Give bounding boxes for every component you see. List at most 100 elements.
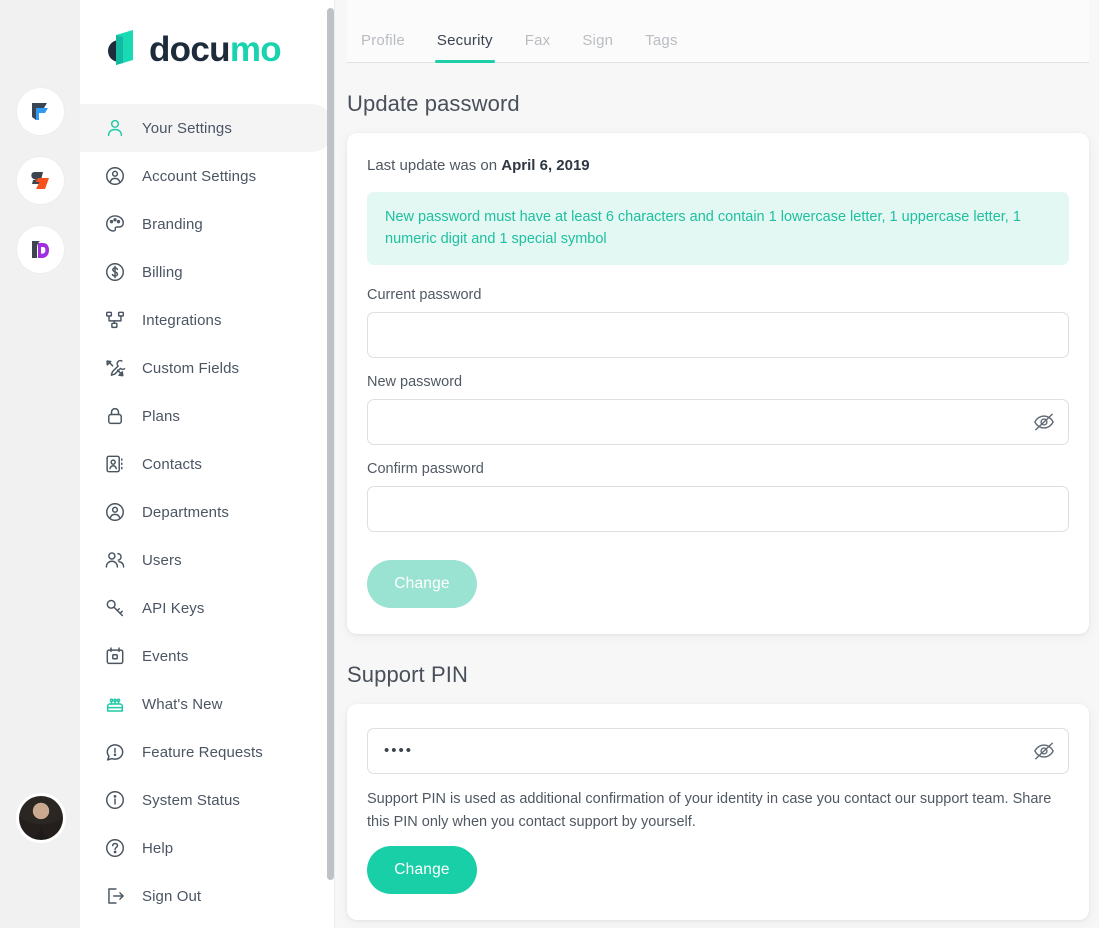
sidebar-item-users[interactable]: Users xyxy=(80,536,335,584)
app-root: documo Your Settings Account Settings Bran… xyxy=(0,0,1099,928)
user-circle-icon-wrap xyxy=(104,165,126,187)
question-circle-icon xyxy=(104,837,126,859)
change-password-button[interactable]: Change xyxy=(367,560,477,608)
content-area: Update password Last update was on April… xyxy=(335,63,1099,920)
brand-word-dark: docu xyxy=(149,30,230,69)
field-current-password: Current password xyxy=(367,287,1069,358)
cake-icon xyxy=(104,693,126,715)
field-new-password: New password xyxy=(367,374,1069,445)
contact-card-icon xyxy=(104,453,126,475)
sidebar-item-label: Your Settings xyxy=(142,120,232,137)
sidebar-nav: Your Settings Account Settings Branding Bil… xyxy=(80,104,335,920)
sidebar-item-label: Branding xyxy=(142,216,203,233)
confirm-password-input[interactable] xyxy=(367,486,1069,532)
question-circle-icon-wrap xyxy=(104,837,126,859)
app-switcher-item-docs[interactable] xyxy=(17,226,64,273)
sidebar-item-system-status[interactable]: System Status xyxy=(80,776,335,824)
password-fields: Current password New password Confirm pass… xyxy=(367,287,1069,532)
sitemap-icon xyxy=(104,309,126,331)
user-circle-icon xyxy=(104,501,126,523)
sidebar-item-api-keys[interactable]: API Keys xyxy=(80,584,335,632)
user-avatar[interactable] xyxy=(16,793,66,843)
sidebar-item-label: Plans xyxy=(142,408,180,425)
sidebar-item-plans[interactable]: Plans xyxy=(80,392,335,440)
current-password-input[interactable] xyxy=(367,312,1069,358)
sidebar-item-integrations[interactable]: Integrations xyxy=(80,296,335,344)
page-title: Update password xyxy=(347,63,1089,133)
chat-alert-icon-wrap xyxy=(104,741,126,763)
toggle-new-password-visibility-button[interactable] xyxy=(1032,410,1056,434)
sidebar-item-label: Billing xyxy=(142,264,183,281)
sidebar-item-what-s-new[interactable]: What's New xyxy=(80,680,335,728)
sidebar-item-sign-out[interactable]: Sign Out xyxy=(80,872,335,920)
sidebar-item-your-settings[interactable]: Your Settings xyxy=(80,104,335,152)
dollar-circle-icon-wrap xyxy=(104,261,126,283)
tab-tags[interactable]: Tags xyxy=(643,32,680,62)
support-pin-input[interactable] xyxy=(367,728,1069,774)
new-password-input[interactable] xyxy=(367,399,1069,445)
user-icon xyxy=(104,117,126,139)
tab-profile[interactable]: Profile xyxy=(359,32,407,62)
logout-icon xyxy=(104,885,126,907)
eye-off-icon xyxy=(1033,411,1055,433)
support-pin-card: Support PIN is used as additional confir… xyxy=(347,704,1089,920)
key-icon-wrap xyxy=(104,597,126,619)
user-icon-wrap xyxy=(104,117,126,139)
sidebar-item-custom-fields[interactable]: Custom Fields xyxy=(80,344,335,392)
tab-security[interactable]: Security xyxy=(435,32,495,62)
field-label: Confirm password xyxy=(367,461,1069,477)
lock-icon-wrap xyxy=(104,405,126,427)
app-switcher-item-fax[interactable] xyxy=(17,88,64,135)
sidebar-item-departments[interactable]: Departments xyxy=(80,488,335,536)
brand-logo[interactable]: documo xyxy=(80,0,335,70)
sidebar-item-help[interactable]: Help xyxy=(80,824,335,872)
info-circle-icon-wrap xyxy=(104,789,126,811)
tab-fax[interactable]: Fax xyxy=(523,32,553,62)
last-update-date: April 6, 2019 xyxy=(501,157,589,174)
brand-wordmark: documo xyxy=(149,32,281,67)
brand-word-teal: mo xyxy=(230,30,281,69)
palette-icon xyxy=(104,213,126,235)
field-confirm-password: Confirm password xyxy=(367,461,1069,532)
app-switcher-rail xyxy=(0,0,80,928)
sidebar-item-feature-requests[interactable]: Feature Requests xyxy=(80,728,335,776)
sidebar-item-label: Users xyxy=(142,552,182,569)
tab-sign[interactable]: Sign xyxy=(580,32,615,62)
lock-icon xyxy=(104,405,126,427)
sidebar-item-label: Events xyxy=(142,648,188,665)
user-circle-icon-wrap xyxy=(104,501,126,523)
sidebar-item-label: Account Settings xyxy=(142,168,256,185)
app-switcher-item-sign[interactable] xyxy=(17,157,64,204)
sidebar-item-contacts[interactable]: Contacts xyxy=(80,440,335,488)
sidebar-item-label: Help xyxy=(142,840,173,857)
sidebar-item-events[interactable]: Events xyxy=(80,632,335,680)
update-password-card: Last update was on April 6, 2019 New pas… xyxy=(347,133,1089,634)
info-circle-icon xyxy=(104,789,126,811)
calendar-icon xyxy=(104,645,126,667)
sidebar-item-label: What's New xyxy=(142,696,223,713)
cake-icon-wrap xyxy=(104,693,126,715)
sidebar-item-billing[interactable]: Billing xyxy=(80,248,335,296)
sidebar-item-account-settings[interactable]: Account Settings xyxy=(80,152,335,200)
tools-icon xyxy=(104,357,126,379)
main-content: Profile Security Fax Sign Tags Update passwo… xyxy=(335,0,1099,928)
support-pin-help-text: Support PIN is used as additional confir… xyxy=(367,788,1069,834)
documo-logo-icon xyxy=(102,28,140,70)
support-pin-input-wrap xyxy=(367,728,1069,774)
dollar-circle-icon xyxy=(104,261,126,283)
change-support-pin-button[interactable]: Change xyxy=(367,846,477,894)
logout-icon-wrap xyxy=(104,885,126,907)
user-circle-icon xyxy=(104,165,126,187)
field-label: New password xyxy=(367,374,1069,390)
eye-off-icon xyxy=(1033,740,1055,762)
toggle-support-pin-visibility-button[interactable] xyxy=(1032,739,1056,763)
key-icon xyxy=(104,597,126,619)
sidebar-item-label: System Status xyxy=(142,792,240,809)
sidebar-scrollbar[interactable] xyxy=(327,8,334,880)
sidebar-item-label: Feature Requests xyxy=(142,744,263,761)
users-icon xyxy=(104,549,126,571)
input-wrap xyxy=(367,399,1069,445)
avatar-image xyxy=(19,796,63,840)
last-update-text: Last update was on April 6, 2019 xyxy=(367,157,1069,174)
sidebar-item-branding[interactable]: Branding xyxy=(80,200,335,248)
